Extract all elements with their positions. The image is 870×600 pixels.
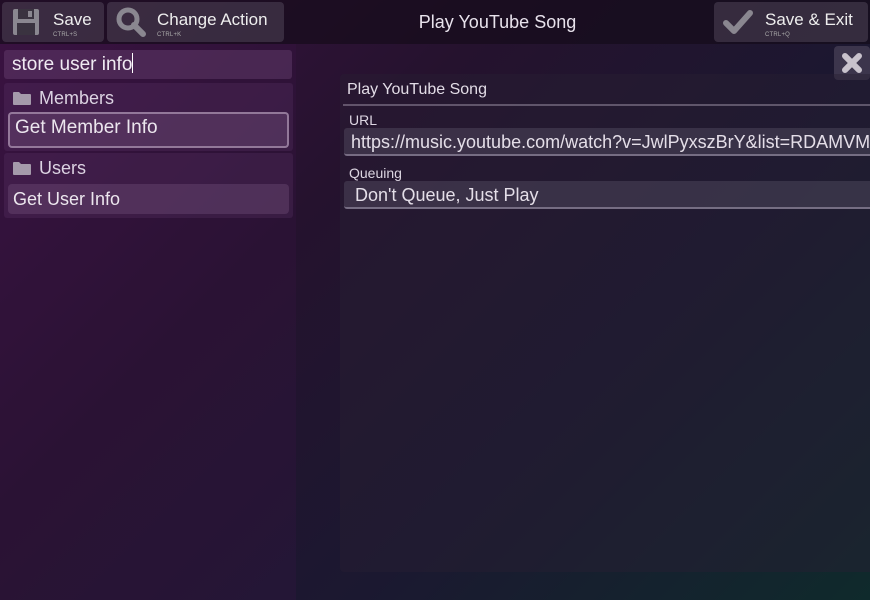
save-button[interactable]: Save CTRL+S <box>2 2 104 42</box>
magnifier-icon <box>116 7 146 37</box>
group-label: Users <box>39 157 87 178</box>
group-header-users[interactable]: Users <box>12 157 86 179</box>
search-input[interactable]: store user info <box>4 50 292 79</box>
queuing-value: Don't Queue, Just Play <box>355 185 539 205</box>
panel-title: Play YouTube Song <box>347 81 487 98</box>
queuing-select[interactable]: Don't Queue, Just Play <box>344 181 870 209</box>
url-input[interactable]: https://music.youtube.com/watch?v=JwlPyx… <box>344 128 870 156</box>
change-action-shortcut: CTRL+K <box>157 32 182 38</box>
change-action-label: Change Action <box>157 10 268 29</box>
save-exit-shortcut: CTRL+Q <box>765 32 791 38</box>
url-label: URL <box>349 112 378 128</box>
folder-icon <box>13 92 31 105</box>
divider <box>343 104 870 106</box>
url-value: https://music.youtube.com/watch?v=JwlPyx… <box>351 132 870 152</box>
search-value: store user info <box>12 54 133 75</box>
floppy-disk-icon <box>13 9 39 35</box>
group-members: Members Get Member Info <box>4 83 293 151</box>
group-label: Members <box>39 87 115 108</box>
save-exit-button[interactable]: Save & Exit CTRL+Q <box>714 2 868 42</box>
page-title: Play YouTube Song <box>418 12 577 32</box>
list-item-get-user-info[interactable]: Get User Info <box>8 184 289 214</box>
checkmark-icon <box>723 10 753 34</box>
change-action-button[interactable]: Change Action CTRL+K <box>107 2 284 42</box>
list-item-get-member-info[interactable]: Get Member Info <box>8 112 289 148</box>
toolbar: Save CTRL+S Change Action CTRL+K Play Yo… <box>0 0 870 44</box>
save-exit-label: Save & Exit <box>765 10 853 29</box>
queuing-label: Queuing <box>349 165 402 181</box>
text-caret <box>132 53 134 73</box>
list-item-label: Get User Info <box>13 189 121 209</box>
save-label: Save <box>53 10 92 29</box>
group-header-members[interactable]: Members <box>12 87 114 109</box>
list-item-label: Get Member Info <box>15 117 158 138</box>
folder-icon <box>13 162 31 175</box>
group-users: Users Get User Info <box>4 153 293 218</box>
save-shortcut: CTRL+S <box>53 32 78 38</box>
